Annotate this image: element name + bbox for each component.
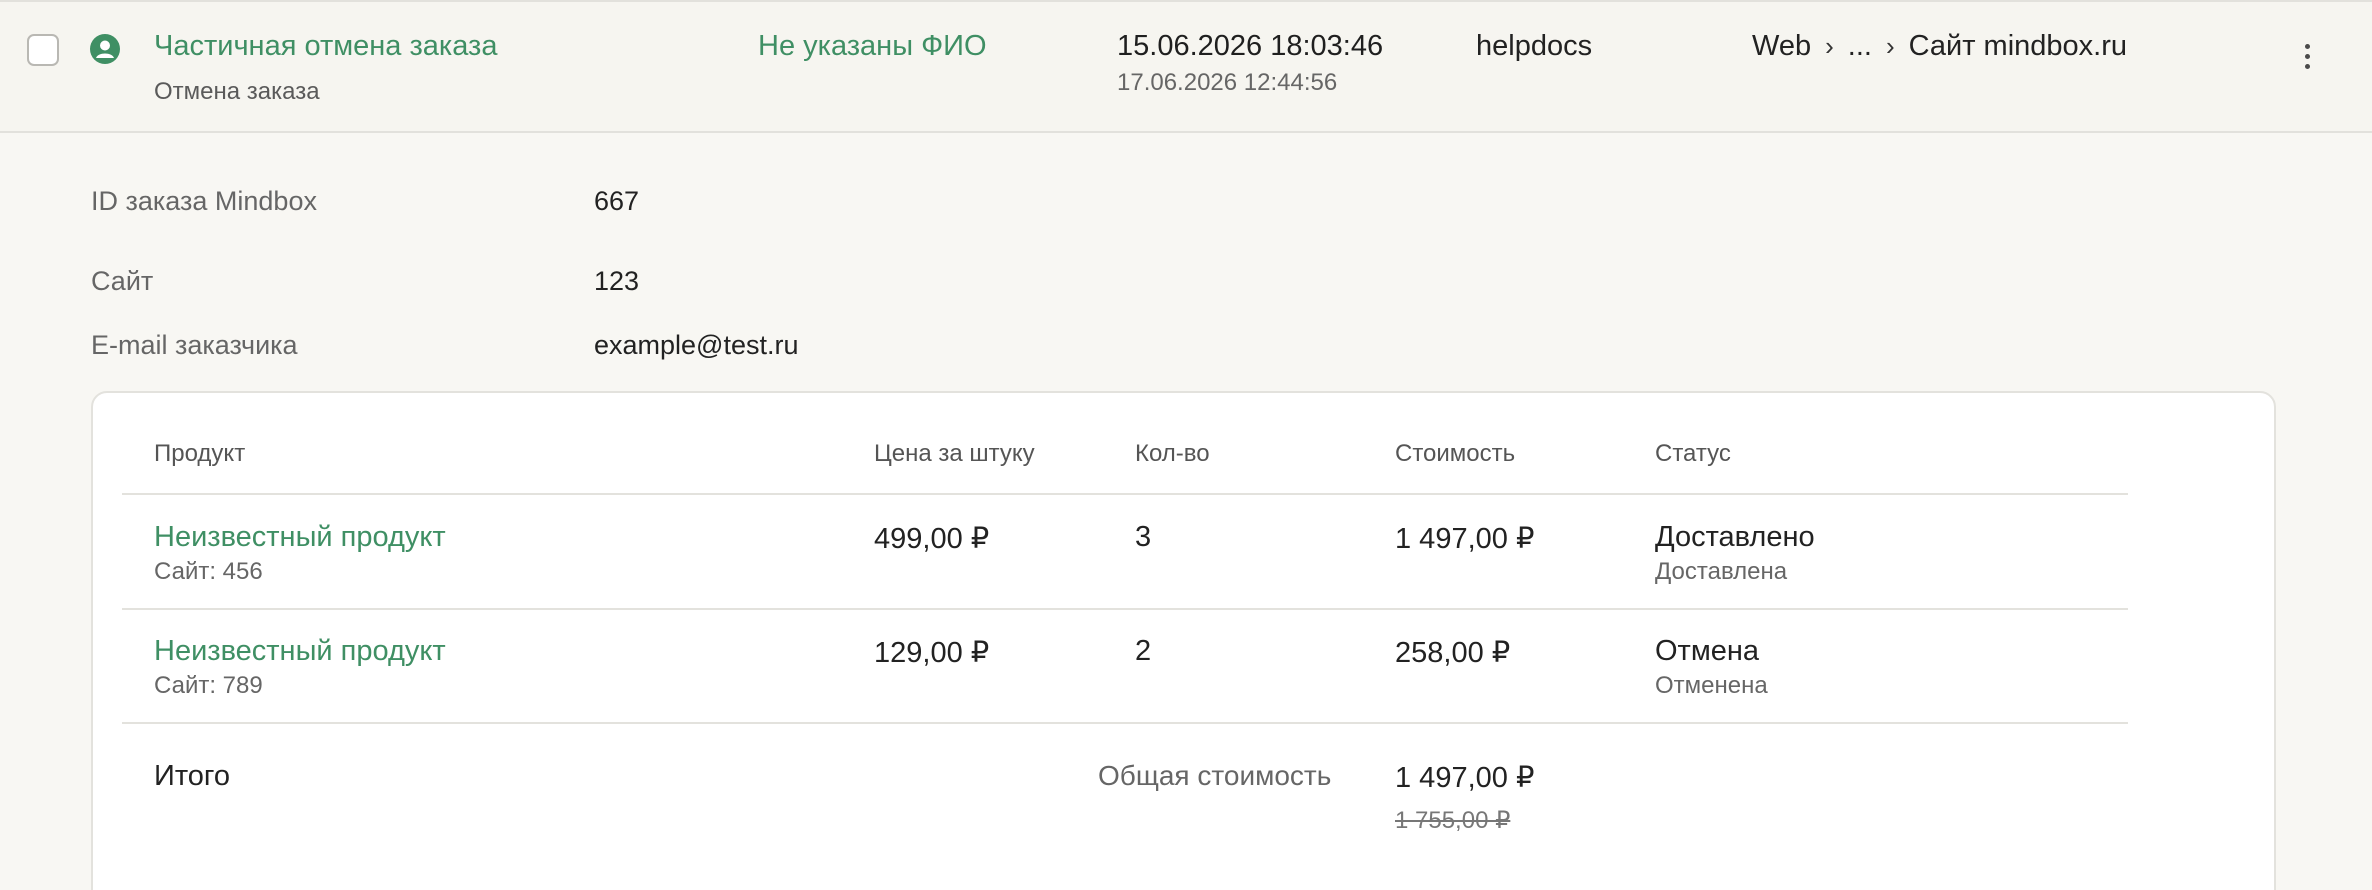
- table-divider: [122, 608, 2128, 610]
- breadcrumb: Web › ... › Сайт mindbox.ru: [1752, 30, 2127, 63]
- breadcrumb-item: Сайт mindbox.ru: [1908, 30, 2128, 62]
- event-row[interactable]: Частичная отмена заказа Отмена заказа Не…: [0, 0, 2372, 133]
- user-circle-icon: [90, 34, 120, 64]
- product-price: 499,00 ₽: [874, 523, 990, 555]
- column-header-cost: Стоимость: [1395, 440, 1516, 467]
- product-site: Сайт: 456: [154, 558, 263, 585]
- column-header-price: Цена за штуку: [874, 440, 1035, 467]
- detail-label-email: E-mail заказчика: [91, 330, 298, 360]
- event-date-secondary: 17.06.2026 12:44:56: [1117, 69, 1338, 96]
- chevron-right-icon: ›: [1885, 31, 1895, 61]
- column-header-product: Продукт: [154, 440, 246, 467]
- product-status: Отмена: [1655, 635, 1760, 667]
- event-channel: helpdocs: [1476, 30, 1593, 62]
- event-date: 15.06.2026 18:03:46: [1117, 30, 1384, 62]
- event-title-link[interactable]: Частичная отмена заказа: [154, 30, 497, 63]
- total-cost: 1 497,00 ₽: [1395, 762, 1535, 794]
- product-name-link[interactable]: Неизвестный продукт: [154, 635, 446, 668]
- product-qty: 2: [1135, 635, 1152, 667]
- total-label: Итого: [154, 760, 230, 792]
- product-name-link[interactable]: Неизвестный продукт: [154, 521, 446, 554]
- product-price: 129,00 ₽: [874, 637, 990, 669]
- column-header-status: Статус: [1655, 440, 1731, 467]
- product-status-sub: Доставлена: [1655, 558, 1788, 585]
- detail-value-order-id: 667: [594, 186, 640, 216]
- breadcrumb-item: Web: [1752, 30, 1812, 62]
- breadcrumb-item[interactable]: ...: [1848, 30, 1872, 63]
- table-divider: [122, 722, 2128, 724]
- product-qty: 3: [1135, 521, 1152, 553]
- event-subtitle: Отмена заказа: [154, 78, 320, 105]
- detail-value-email: example@test.ru: [594, 330, 799, 360]
- total-old-cost: 1 755,00 ₽: [1395, 807, 1511, 834]
- product-status-sub: Отменена: [1655, 672, 1768, 699]
- total-cost-label: Общая стоимость: [1098, 760, 1332, 791]
- detail-label-site: Сайт: [91, 266, 154, 296]
- table-divider: [122, 493, 2128, 495]
- column-header-qty: Кол-во: [1135, 440, 1210, 467]
- product-site: Сайт: 789: [154, 672, 263, 699]
- product-cost: 1 497,00 ₽: [1395, 523, 1535, 555]
- kebab-menu-icon[interactable]: [2297, 44, 2317, 74]
- row-checkbox[interactable]: [27, 34, 59, 66]
- product-status: Доставлено: [1655, 521, 1815, 553]
- detail-value-site: 123: [594, 266, 640, 296]
- chevron-right-icon: ›: [1825, 31, 1834, 61]
- customer-name-link[interactable]: Не указаны ФИО: [758, 30, 987, 63]
- detail-label-order-id: ID заказа Mindbox: [91, 186, 317, 216]
- product-cost: 258,00 ₽: [1395, 637, 1511, 669]
